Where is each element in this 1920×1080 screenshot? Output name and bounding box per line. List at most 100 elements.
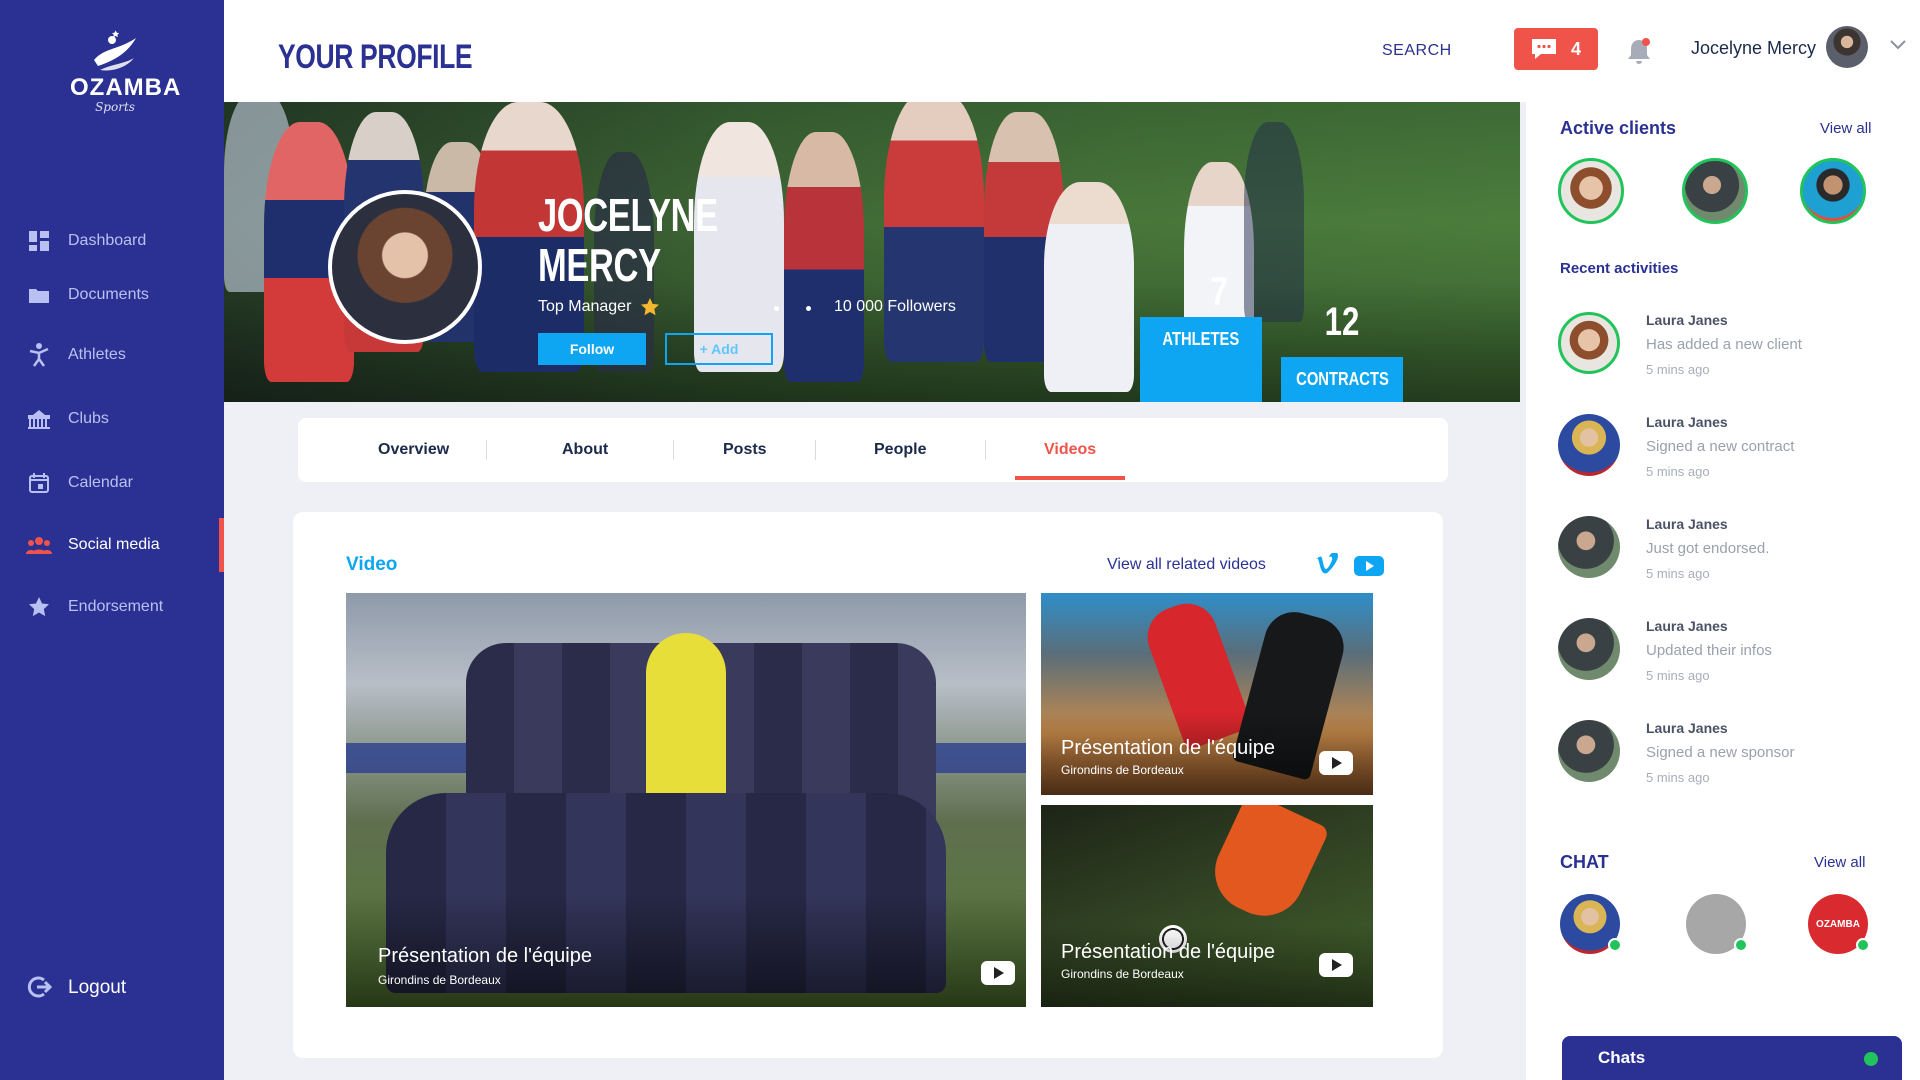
sidebar-item-athletes[interactable]: Athletes <box>0 328 224 382</box>
goalkeeper-orange <box>1201 805 1331 929</box>
contracts-stat-label: CONTRACTS <box>1295 369 1389 389</box>
activity-name: Laura Janes <box>1646 618 1728 634</box>
brand-tagline: Sports <box>95 100 135 114</box>
sidebar-item-documents[interactable]: Documents <box>0 268 224 322</box>
recent-activities-title: Recent activities <box>1560 260 1679 277</box>
activity-name: Laura Janes <box>1646 516 1728 532</box>
search-button[interactable]: SEARCH <box>1382 42 1452 60</box>
profile-role-label: Top Manager <box>538 298 632 315</box>
dashboard-icon <box>26 228 52 254</box>
messages-count: 4 <box>1570 38 1581 59</box>
chats-label: Chats <box>1598 1048 1646 1067</box>
sidebar-item-clubs[interactable]: Clubs <box>0 392 224 446</box>
active-client-avatar[interactable] <box>1682 158 1748 224</box>
activity-description: Updated their infos <box>1646 642 1772 659</box>
messages-button[interactable]: 4 <box>1514 28 1598 70</box>
star-icon <box>26 594 52 620</box>
calendar-icon <box>26 470 52 496</box>
activity-description: Just got endorsed. <box>1646 540 1770 557</box>
vimeo-icon[interactable] <box>1315 553 1339 575</box>
youtube-icon[interactable] <box>1354 556 1384 576</box>
top-header: YOUR PROFILE SEARCH 4 Jocelyne Mercy <box>224 0 1920 102</box>
chevron-down-icon[interactable] <box>1890 40 1906 50</box>
active-clients-title: Active clients <box>1560 118 1677 138</box>
play-icon <box>1319 751 1353 775</box>
activity-description: Signed a new contract <box>1646 438 1795 455</box>
tab-overview[interactable]: Overview <box>378 418 449 482</box>
activity-avatar[interactable] <box>1558 414 1620 476</box>
followers-count: 10 000 Followers <box>834 298 956 315</box>
activity-time: 5 mins ago <box>1646 770 1710 785</box>
stadium-icon <box>26 406 52 432</box>
separator-dot <box>774 306 779 311</box>
folder-icon <box>26 282 52 308</box>
contracts-stat-button[interactable]: CONTRACTS <box>1281 357 1403 402</box>
chat-bubble-icon <box>1531 39 1556 59</box>
page-title: YOUR PROFILE <box>278 38 473 76</box>
video-section-title: Video <box>346 554 398 575</box>
video-thumbnail-soccer[interactable]: Présentation de l'équipe Girondins de Bo… <box>1041 805 1373 1007</box>
chat-view-all[interactable]: View all <box>1814 854 1865 871</box>
video-thumbnail-handball[interactable]: Présentation de l'équipe Girondins de Bo… <box>1041 593 1373 795</box>
athlete-icon <box>26 342 52 368</box>
sidebar-item-label: Athletes <box>68 346 126 363</box>
online-status-indicator <box>1864 1052 1878 1066</box>
sidebar-item-calendar[interactable]: Calendar <box>0 456 224 510</box>
activity-time: 5 mins ago <box>1646 566 1710 581</box>
activity-name: Laura Janes <box>1646 414 1728 430</box>
tab-posts[interactable]: Posts <box>723 418 767 482</box>
logout-label: Logout <box>68 977 127 998</box>
tab-divider <box>815 440 816 460</box>
activity-time: 5 mins ago <box>1646 668 1710 683</box>
profile-tabs: Overview About Posts People Videos <box>298 418 1448 482</box>
ozamba-logo[interactable]: OZAMBA Sports <box>70 30 180 130</box>
user-name[interactable]: Jocelyne Mercy <box>1691 38 1816 59</box>
video-title: Présentation de l'équipe <box>378 945 592 967</box>
follow-button[interactable]: Follow <box>538 333 646 365</box>
sidebar-item-dashboard[interactable]: Dashboard <box>0 214 224 268</box>
video-subtitle: Girondins de Bordeaux <box>1061 763 1184 777</box>
profile-name: JOCELYNE MERCY <box>538 190 718 290</box>
video-subtitle: Girondins de Bordeaux <box>378 973 501 987</box>
online-status-indicator <box>1608 938 1622 952</box>
sidebar-item-endorsement[interactable]: Endorsement <box>0 580 224 634</box>
tab-about[interactable]: About <box>562 418 608 482</box>
add-button[interactable]: + Add <box>665 333 773 365</box>
sidebar-item-label: Social media <box>68 536 160 553</box>
active-clients-view-all[interactable]: View all <box>1820 120 1871 137</box>
profile-name-line2: MERCY <box>538 239 661 291</box>
sidebar: OZAMBA Sports Dashboard Documents Athlet… <box>0 0 224 1080</box>
active-client-avatar[interactable] <box>1800 158 1866 224</box>
avatar[interactable] <box>1826 26 1868 68</box>
activity-avatar[interactable] <box>1558 720 1620 782</box>
right-panel: Active clients View all Recent activitie… <box>1526 102 1920 1080</box>
activity-avatar[interactable] <box>1558 618 1620 680</box>
sidebar-item-label: Clubs <box>68 410 109 427</box>
video-thumbnail-large[interactable]: Présentation de l'équipe Girondins de Bo… <box>346 593 1026 1007</box>
activity-avatar[interactable] <box>1558 312 1620 374</box>
play-icon <box>981 961 1015 985</box>
notifications-button[interactable] <box>1626 36 1652 66</box>
activity-avatar[interactable] <box>1558 516 1620 578</box>
sidebar-item-social-media[interactable]: Social media <box>0 518 224 572</box>
people-icon <box>26 532 52 558</box>
chat-title: CHAT <box>1560 852 1609 872</box>
chats-dock-button[interactable]: Chats <box>1562 1036 1902 1080</box>
sidebar-item-label: Calendar <box>68 474 133 491</box>
athletes-stat-button[interactable]: ATHLETES <box>1140 317 1262 402</box>
logo-mark-icon <box>94 30 136 71</box>
tab-people[interactable]: People <box>874 418 926 482</box>
tab-divider <box>985 440 986 460</box>
active-client-avatar[interactable] <box>1558 158 1624 224</box>
contracts-count: 12 <box>1324 300 1360 344</box>
chat-contact-logo-text: OZAMBA <box>1816 918 1860 930</box>
activity-description: Signed a new sponsor <box>1646 744 1795 761</box>
logout-button[interactable]: Logout <box>26 974 126 1002</box>
activity-description: Has added a new client <box>1646 336 1802 353</box>
star-icon <box>641 298 660 316</box>
athletes-count: 7 <box>1210 270 1228 314</box>
sidebar-item-label: Dashboard <box>68 232 147 249</box>
tab-videos[interactable]: Videos <box>1044 418 1096 482</box>
video-subtitle: Girondins de Bordeaux <box>1061 967 1184 981</box>
view-all-videos-link[interactable]: View all related videos <box>1107 556 1266 574</box>
